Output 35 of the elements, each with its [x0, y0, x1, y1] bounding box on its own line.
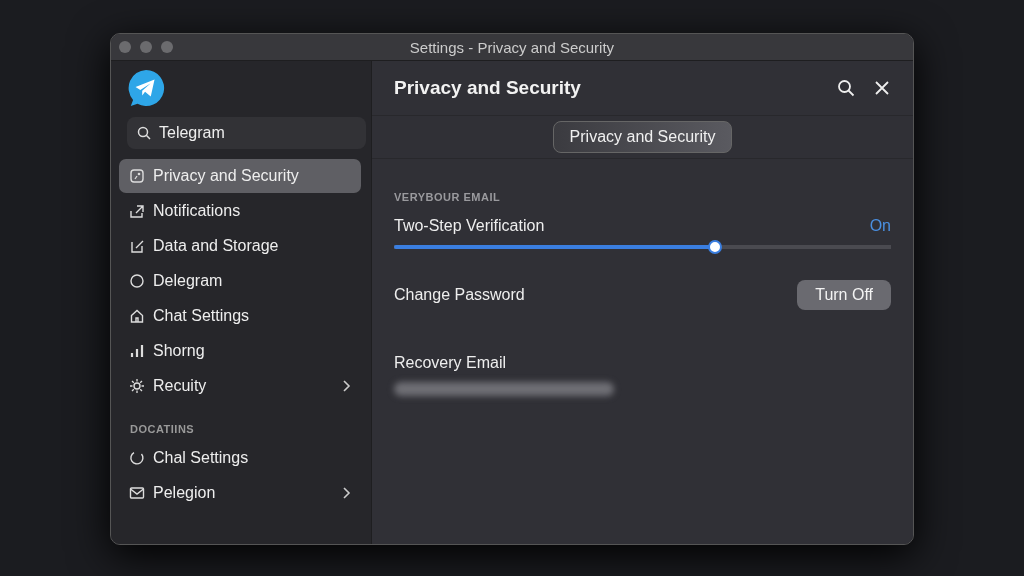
- paper-plane-logo-icon: [127, 69, 165, 107]
- sidebar-item[interactable]: Delegram: [119, 264, 361, 298]
- sidebar-item[interactable]: Data and Storage: [119, 229, 361, 263]
- sun-icon: [129, 378, 145, 394]
- edit-icon: [129, 238, 145, 254]
- section-header: VERYBOUR EMAIL: [394, 191, 502, 203]
- sidebar-item[interactable]: Chat Settings: [119, 299, 361, 333]
- sidebar-item[interactable]: Privacy and Security: [119, 159, 361, 193]
- setting-label: Two-Step Verification: [394, 217, 545, 235]
- window-close-button[interactable]: [119, 41, 131, 53]
- sidebar-item[interactable]: Pelegion: [119, 476, 361, 510]
- window-zoom-button[interactable]: [161, 41, 173, 53]
- share-icon: [129, 203, 145, 219]
- circle-icon: [129, 273, 145, 289]
- tab[interactable]: Privacy and Security: [552, 121, 733, 153]
- sidebar-item[interactable]: Chal Settings: [119, 441, 361, 475]
- setting-label: Recovery Email: [394, 354, 507, 372]
- window-minimize-button[interactable]: [140, 41, 152, 53]
- mail-icon: [129, 485, 145, 501]
- sidebar-item[interactable]: Notifications: [119, 194, 361, 228]
- sidebar-item[interactable]: Shorng: [119, 334, 361, 368]
- sidebar-item[interactable]: Recuity: [119, 369, 361, 403]
- loading-icon: [129, 450, 145, 466]
- window-title: Settings - Privacy and Security: [408, 38, 616, 56]
- close-icon[interactable]: [873, 79, 891, 97]
- setting-value: On: [869, 217, 891, 235]
- slider-handle[interactable]: [708, 240, 723, 254]
- search-icon[interactable]: [837, 79, 855, 97]
- section-header: DOCATIINS: [130, 423, 196, 435]
- home-icon: [129, 308, 145, 324]
- turn-off-button[interactable]: Turn Off: [797, 280, 891, 310]
- page-title: Privacy and Security: [394, 77, 582, 99]
- search-field[interactable]: Telegram: [127, 117, 366, 149]
- setting-label: Change Password: [394, 286, 525, 304]
- bars-icon: [129, 343, 145, 359]
